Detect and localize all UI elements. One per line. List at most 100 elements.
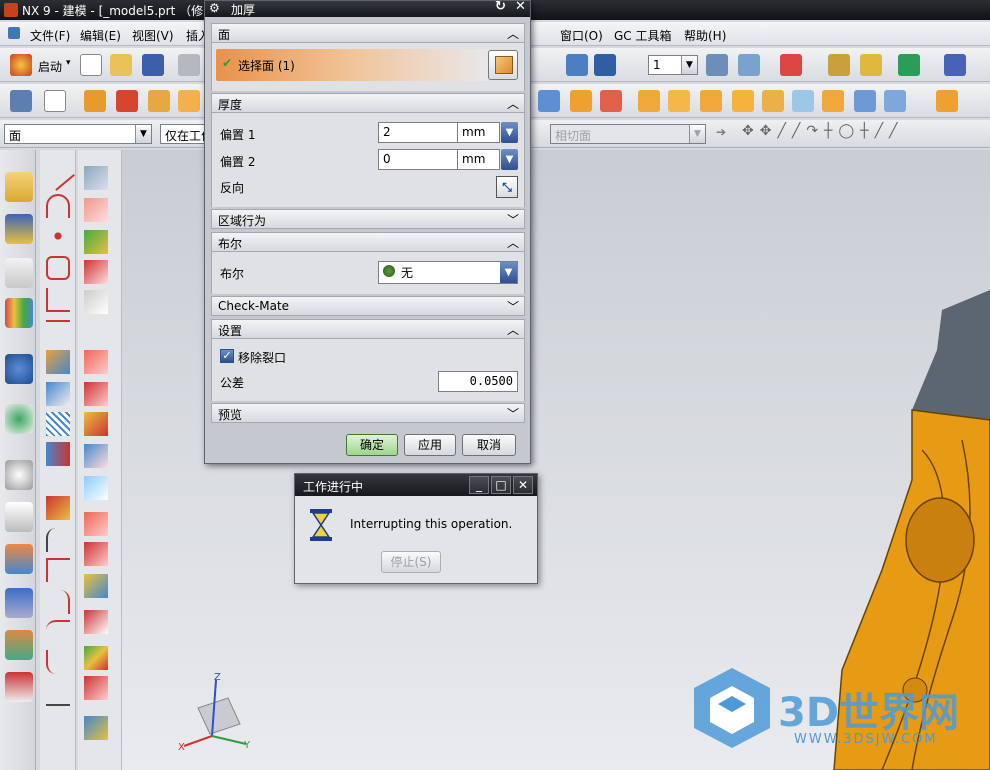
constraint-navigator-icon[interactable] — [5, 258, 33, 288]
line-icon[interactable] — [41, 157, 75, 191]
cylinder-icon[interactable] — [178, 90, 200, 112]
section-checkmate-header[interactable]: Check-Mate ﹀ — [211, 296, 525, 316]
chevron-down-icon[interactable]: ﹀ — [507, 405, 519, 422]
analysis-icon[interactable] — [860, 54, 882, 76]
close-icon[interactable]: ✕ — [513, 476, 533, 494]
roles-icon[interactable] — [5, 502, 33, 532]
snap-cross-icon[interactable] — [936, 90, 958, 112]
chevron-up-icon[interactable]: ︿ — [507, 321, 519, 338]
intersect-curve-icon[interactable] — [46, 382, 70, 406]
datum-plane-icon[interactable] — [44, 90, 66, 112]
snap-icon[interactable] — [944, 54, 966, 76]
menu-edit[interactable]: 编辑(E) — [80, 27, 121, 44]
face-select-button[interactable] — [488, 50, 518, 80]
select-face-row[interactable]: ✔ 选择面 (1) — [216, 49, 488, 81]
section-face-header[interactable]: 面 ︿ — [211, 23, 525, 43]
curve-length-icon[interactable] — [46, 528, 70, 552]
edit-object-icon[interactable] — [828, 54, 850, 76]
reuse-library-icon[interactable] — [5, 298, 33, 328]
chevron-down-icon[interactable]: ▼ — [500, 262, 517, 283]
sketch-icon[interactable] — [10, 90, 32, 112]
remove-gaps-checkbox[interactable]: ✓ — [220, 349, 234, 363]
offset1-unit[interactable]: mm — [458, 122, 500, 143]
view-orient-icon[interactable] — [566, 54, 588, 76]
extrude-icon[interactable] — [84, 90, 106, 112]
palette-icon[interactable] — [5, 544, 33, 574]
layer-settings-icon[interactable] — [706, 54, 728, 76]
cut-icon[interactable] — [178, 54, 200, 76]
bounded-plane-icon[interactable] — [84, 350, 108, 374]
i-form-icon[interactable] — [84, 542, 108, 566]
cancel-button[interactable]: 取消 — [462, 434, 516, 456]
rectangle-icon[interactable] — [46, 256, 70, 280]
surface-icon-3[interactable] — [600, 90, 622, 112]
snap-face-select[interactable]: 相切面 ▼ — [550, 124, 706, 144]
through-curves-icon[interactable] — [84, 230, 108, 254]
point-icon[interactable] — [46, 224, 70, 248]
global-shaping-icon[interactable] — [84, 610, 108, 634]
view-front-icon[interactable] — [594, 54, 616, 76]
flat-surface-icon[interactable] — [84, 476, 108, 500]
section-settings-header[interactable]: 设置 ︿ — [211, 319, 525, 339]
chevron-down-icon[interactable]: ﹀ — [507, 298, 519, 315]
type-filter-select[interactable]: 面 ▼ — [4, 124, 152, 144]
chevron-up-icon[interactable]: ︿ — [507, 25, 519, 42]
assembly-navigator-icon[interactable] — [5, 214, 33, 244]
menu-gc-toolbox[interactable]: GC 工具箱 — [614, 27, 672, 44]
section-preview-header[interactable]: 预览 ﹀ — [211, 403, 525, 423]
smooth-spline-icon[interactable] — [46, 650, 70, 674]
arc-icon[interactable] — [46, 194, 70, 218]
chevron-down-icon[interactable]: ▼ — [681, 56, 697, 74]
chevron-down-icon[interactable]: ▼ — [689, 125, 705, 143]
chevron-up-icon[interactable]: ︿ — [507, 95, 519, 112]
chevron-up-icon[interactable]: ︿ — [507, 234, 519, 251]
block-icon[interactable] — [148, 90, 170, 112]
trim-curve-icon[interactable] — [46, 558, 70, 582]
close-icon[interactable]: ✕ — [515, 0, 526, 14]
swept-surface-icon[interactable] — [84, 290, 108, 314]
ruled-surface-icon[interactable] — [84, 198, 108, 222]
boolean-select[interactable]: 无 ▼ — [378, 261, 518, 284]
navigator-icon[interactable] — [5, 172, 33, 202]
analysis-shape-icon[interactable] — [84, 646, 108, 670]
surface-icon-5[interactable] — [668, 90, 690, 112]
offset2-dropdown-icon[interactable]: ▼ — [501, 149, 518, 170]
through-mesh-icon[interactable] — [84, 260, 108, 284]
extract-curve-icon[interactable] — [46, 442, 70, 466]
wcs-icon[interactable] — [780, 54, 802, 76]
surface-icon-11[interactable] — [854, 90, 876, 112]
offset-surface-icon[interactable] — [84, 444, 108, 468]
start-button-label[interactable]: 启动 — [38, 58, 62, 75]
info-icon[interactable] — [5, 354, 33, 384]
gear-icon[interactable]: ⚙ — [209, 1, 220, 15]
offset-curve-icon[interactable] — [46, 320, 70, 344]
menu-window[interactable]: 窗口(O) — [560, 27, 603, 44]
layer-select[interactable]: 1 ▼ — [648, 55, 698, 75]
surface-icon-4[interactable] — [638, 90, 660, 112]
section-thickness-header[interactable]: 厚度 ︿ — [211, 93, 525, 113]
fillet-curve-icon[interactable] — [46, 288, 70, 312]
surface-icon-2[interactable] — [570, 90, 592, 112]
curve-param-icon[interactable] — [46, 682, 70, 706]
menu-file[interactable]: 文件(F) — [30, 27, 70, 44]
section-region-header[interactable]: 区域行为 ﹀ — [211, 209, 525, 229]
start-icon[interactable] — [10, 54, 32, 76]
surface-icon-9[interactable] — [792, 90, 814, 112]
render-icon[interactable] — [898, 54, 920, 76]
revolve-icon[interactable] — [116, 90, 138, 112]
offset2-input[interactable]: 0 — [378, 149, 458, 170]
tools-icon[interactable] — [5, 588, 33, 618]
presentation-icon[interactable] — [5, 672, 33, 702]
trim-sheet-icon[interactable] — [84, 412, 108, 436]
arrow-right-icon[interactable]: ➔ — [716, 125, 726, 139]
scope-select[interactable]: 仅在工作 — [160, 124, 208, 144]
chevron-down-icon[interactable]: ▾ — [66, 58, 71, 68]
open-folder-icon[interactable] — [110, 54, 132, 76]
surface-icon-1[interactable] — [538, 90, 560, 112]
project-curve-icon[interactable] — [46, 350, 70, 374]
surface-icon-12[interactable] — [884, 90, 906, 112]
surface-icon-7[interactable] — [732, 90, 754, 112]
surface-icon-10[interactable] — [822, 90, 844, 112]
offset1-dropdown-icon[interactable]: ▼ — [501, 122, 518, 143]
save-icon[interactable] — [142, 54, 164, 76]
